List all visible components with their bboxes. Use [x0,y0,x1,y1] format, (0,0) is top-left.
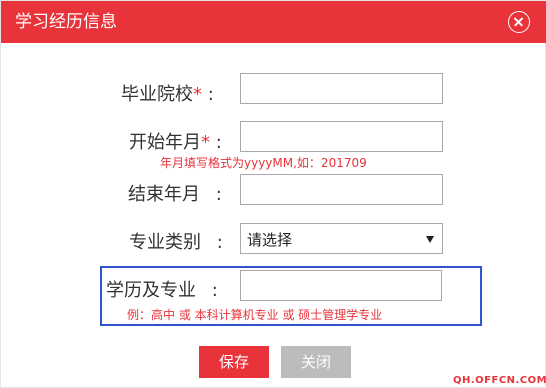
save-button[interactable]: 保存 [199,346,269,378]
chevron-down-icon [426,236,434,243]
colon: : [211,280,218,301]
close-button[interactable]: 关闭 [281,346,351,378]
end-date-input[interactable] [240,174,443,205]
colon: : [215,132,222,153]
degree-major-hint: 例：高中 或 本科计算机专业 或 硕士管理学专业 [127,308,383,322]
colon: : [207,84,214,105]
degree-major-label-text: 学历及专业 [106,280,196,301]
major-category-select[interactable]: 请选择 [240,223,443,254]
select-value: 请选择 [247,231,293,249]
colon: : [216,232,223,253]
study-history-dialog: 学习经历信息 毕业院校* : 开始年月* : 年月填写格式为yyyyMM,如：2… [0,0,546,388]
start-date-input[interactable] [240,121,443,152]
required-mark: * [193,84,202,105]
start-date-label-text: 开始年月 [129,132,201,153]
major-category-label: 专业类别 : [129,228,223,254]
end-date-label: 结束年月 : [128,180,222,206]
degree-major-label: 学历及专业 : [106,276,218,302]
end-date-label-text: 结束年月 [128,184,200,205]
colon: : [215,184,222,205]
dialog-titlebar: 学习经历信息 [1,1,546,43]
school-label-text: 毕业院校 [121,84,193,105]
start-date-label: 开始年月* : [129,128,222,154]
close-icon[interactable] [508,11,530,33]
dialog-title: 学习经历信息 [15,12,117,32]
degree-major-input[interactable] [240,270,442,301]
school-input[interactable] [240,73,443,104]
major-category-label-text: 专业类别 [129,232,201,253]
start-date-hint: 年月填写格式为yyyyMM,如：201709 [160,156,367,170]
watermark: QH.OFFCN.COM [453,375,546,386]
required-mark: * [201,132,210,153]
school-label: 毕业院校* : [121,80,214,106]
